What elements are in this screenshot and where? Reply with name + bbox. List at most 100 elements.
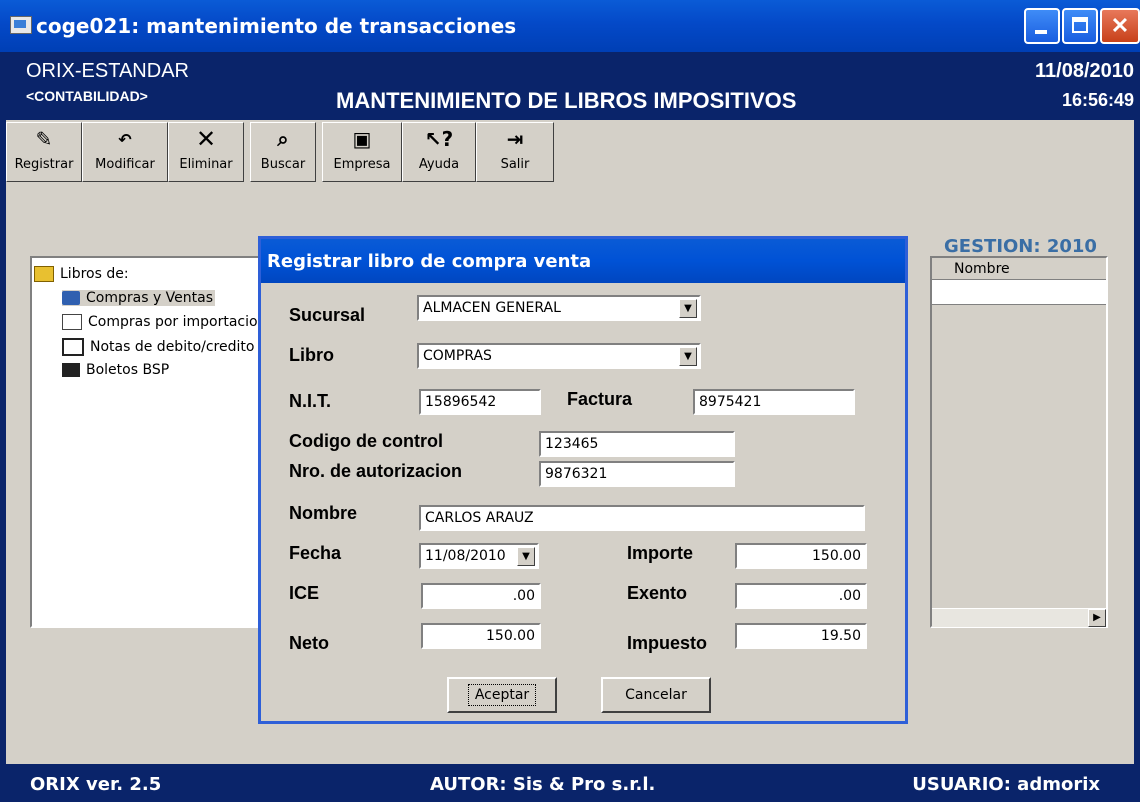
window-title: coge021: mantenimiento de transacciones — [36, 14, 517, 38]
close-button[interactable]: ✕ — [1100, 8, 1140, 44]
toolbar: ✎ Registrar ↶ Modificar ✕ Eliminar ⌕ Buscar … — [6, 120, 1134, 188]
exit-door-icon: ⇥ — [506, 127, 524, 151]
grid-row[interactable] — [932, 280, 1106, 305]
tree-item-label: Compras por importacio — [88, 314, 258, 330]
status-version: ORIX ver. 2.5 — [30, 774, 162, 795]
fecha-picker[interactable]: 11/08/2010 ▼ — [419, 543, 539, 569]
tree-item-label: Notas de debito/credito — [90, 339, 255, 355]
dialog-titlebar[interactable]: Registrar libro de compra venta — [261, 239, 905, 283]
importe-label: Importe — [627, 543, 694, 563]
maximize-button[interactable] — [1062, 8, 1098, 44]
column-header-nombre[interactable]: Nombre — [932, 258, 1106, 280]
buscar-label: Buscar — [260, 157, 306, 172]
empresa-label: Empresa — [333, 157, 391, 172]
fecha-label: Fecha — [289, 543, 342, 563]
header-date: 11/08/2010 — [1035, 60, 1134, 82]
minimize-button[interactable] — [1024, 8, 1060, 44]
status-bar: ORIX ver. 2.5 AUTOR: Sis & Pro s.r.l. US… — [6, 764, 1140, 802]
empresa-button[interactable]: ▣ Empresa — [322, 122, 402, 182]
ayuda-button[interactable]: ↖? Ayuda — [402, 122, 476, 182]
registrar-button[interactable]: ✎ Registrar — [6, 122, 82, 182]
delete-icon: ✕ — [195, 125, 217, 153]
undo-icon: ↶ — [118, 129, 132, 149]
close-icon: ✕ — [1110, 13, 1130, 38]
book-icon — [62, 314, 82, 330]
binoculars-icon: ⌕ — [277, 127, 289, 151]
impuesto-field[interactable]: 19.50 — [735, 623, 867, 649]
register-icon: ✎ — [35, 127, 53, 151]
window-titlebar[interactable]: coge021: mantenimiento de transacciones … — [0, 0, 1140, 52]
records-grid[interactable]: Nombre ▶ — [930, 256, 1108, 628]
factura-field[interactable]: 8975421 — [693, 389, 855, 415]
factura-label: Factura — [567, 389, 633, 409]
autorizacion-field[interactable]: 9876321 — [539, 461, 735, 487]
libros-tree[interactable]: Libros de: Compras y Ventas Compras por … — [30, 256, 264, 628]
book-icon — [62, 291, 80, 305]
dialog-title: Registrar libro de compra venta — [267, 251, 592, 272]
chevron-down-icon[interactable]: ▼ — [517, 547, 535, 566]
open-book-icon — [62, 338, 84, 356]
modificar-button[interactable]: ↶ Modificar — [82, 122, 168, 182]
ticket-book-icon — [62, 363, 80, 377]
chevron-down-icon[interactable]: ▼ — [679, 299, 697, 318]
nit-label: N.I.T. — [289, 391, 332, 411]
sucursal-select[interactable]: ALMACEN GENERAL ▼ — [417, 295, 701, 321]
cancelar-label: Cancelar — [625, 687, 687, 703]
libro-value: COMPRAS — [423, 348, 492, 364]
importe-field[interactable]: 150.00 — [735, 543, 867, 569]
tree-root-label: Libros de: — [60, 266, 129, 282]
eliminar-button[interactable]: ✕ Eliminar — [168, 122, 244, 182]
neto-field[interactable]: 150.00 — [421, 623, 541, 649]
nit-field[interactable]: 15896542 — [419, 389, 541, 415]
eliminar-label: Eliminar — [179, 157, 233, 172]
maximize-icon — [1072, 17, 1088, 33]
libro-label: Libro — [289, 345, 334, 365]
tree-item[interactable]: Compras por importacio — [62, 314, 258, 330]
ayuda-label: Ayuda — [418, 157, 460, 172]
registrar-dialog: Registrar libro de compra venta Sucursal… — [258, 236, 908, 724]
modificar-label: Modificar — [95, 157, 155, 172]
aceptar-label: Aceptar — [467, 684, 537, 706]
aceptar-button[interactable]: Aceptar — [447, 677, 557, 713]
nombre-field[interactable]: CARLOS ARAUZ — [419, 505, 865, 531]
sucursal-value: ALMACEN GENERAL — [423, 300, 561, 316]
status-autor: AUTOR: Sis & Pro s.r.l. — [430, 774, 656, 795]
codigo-control-field[interactable]: 123465 — [539, 431, 735, 457]
gestion-label: GESTION: 2010 — [944, 236, 1097, 257]
tree-item[interactable]: Boletos BSP — [62, 362, 169, 378]
company-icon: ▣ — [352, 127, 372, 151]
buscar-button[interactable]: ⌕ Buscar — [250, 122, 316, 182]
neto-label: Neto — [289, 633, 329, 653]
libro-select[interactable]: COMPRAS ▼ — [417, 343, 701, 369]
app-header: ORIX-ESTANDAR <CONTABILIDAD> MANTENIMIEN… — [6, 52, 1140, 120]
help-icon: ↖? — [424, 127, 454, 151]
cancelar-button[interactable]: Cancelar — [601, 677, 711, 713]
scroll-right-icon[interactable]: ▶ — [1088, 609, 1106, 627]
tree-item[interactable]: Notas de debito/credito — [62, 338, 254, 356]
horizontal-scrollbar[interactable]: ▶ — [932, 608, 1106, 627]
module-name: <CONTABILIDAD> — [26, 88, 148, 104]
salir-label: Salir — [500, 157, 530, 172]
salir-button[interactable]: ⇥ Salir — [476, 122, 554, 182]
tree-root[interactable]: Libros de: — [34, 266, 129, 282]
folder-icon — [34, 266, 54, 282]
registrar-label: Registrar — [14, 157, 74, 172]
chevron-down-icon[interactable]: ▼ — [679, 347, 697, 366]
header-time: 16:56:49 — [1061, 90, 1134, 110]
status-usuario: USUARIO: admorix — [912, 774, 1100, 795]
tree-item[interactable]: Compras y Ventas — [62, 290, 216, 306]
screen-title: MANTENIMIENTO DE LIBROS IMPOSITIVOS — [336, 88, 797, 113]
exento-label: Exento — [627, 583, 688, 603]
ice-field[interactable]: .00 — [421, 583, 541, 609]
fecha-value: 11/08/2010 — [425, 548, 506, 564]
sucursal-label: Sucursal — [289, 305, 366, 325]
app-name: ORIX-ESTANDAR — [26, 60, 189, 82]
nombre-label: Nombre — [289, 503, 358, 523]
ice-label: ICE — [289, 583, 320, 603]
tree-item-label: Compras y Ventas — [86, 290, 214, 306]
exento-field[interactable]: .00 — [735, 583, 867, 609]
minimize-icon — [1035, 30, 1047, 34]
codigo-control-label: Codigo de control — [289, 431, 443, 451]
app-icon — [10, 16, 32, 34]
impuesto-label: Impuesto — [627, 633, 708, 653]
